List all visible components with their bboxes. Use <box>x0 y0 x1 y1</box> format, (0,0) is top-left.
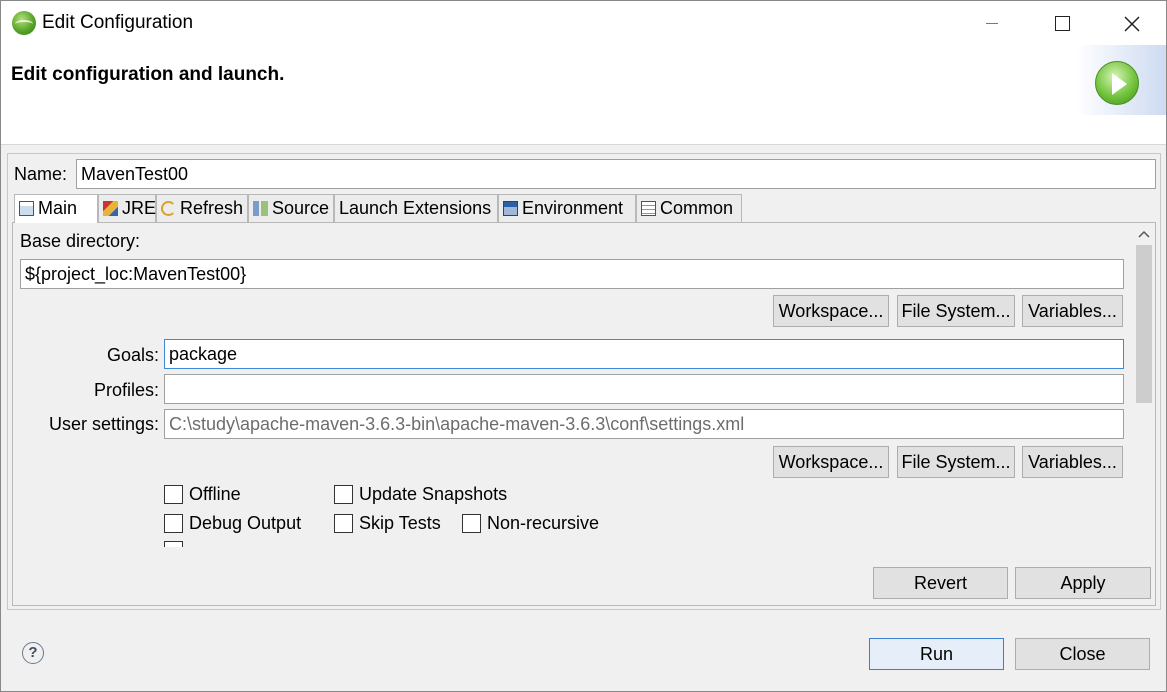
close-icon <box>1124 16 1140 32</box>
base-workspace-button[interactable]: Workspace... <box>773 295 889 327</box>
skip-tests-label: Skip Tests <box>359 513 441 533</box>
source-icon <box>253 201 268 216</box>
jre-icon <box>103 201 118 216</box>
title-bar: Edit Configuration <box>1 1 1166 45</box>
maximize-icon <box>1054 16 1070 32</box>
common-icon <box>641 201 656 216</box>
tab-launch-extensions[interactable]: Launch Extensions <box>334 194 498 222</box>
banner-title: Edit configuration and launch. <box>11 64 285 85</box>
base-directory-input[interactable]: ${project_loc:MavenTest00} <box>20 259 1124 289</box>
checkbox-box[interactable] <box>334 514 353 533</box>
tab-launch-extensions-label: Launch Extensions <box>339 198 492 218</box>
tab-environment[interactable]: Environment <box>498 194 636 222</box>
refresh-icon <box>161 201 176 216</box>
main-tab-content: Base directory: ${project_loc:MavenTest0… <box>12 222 1156 606</box>
user-settings-input[interactable]: C:\study\apache-maven-3.6.3-bin\apache-m… <box>164 409 1124 439</box>
tab-main[interactable]: Main <box>14 194 98 223</box>
apply-button[interactable]: Apply <box>1015 567 1151 599</box>
revert-button[interactable]: Revert <box>873 567 1008 599</box>
minimize-button[interactable] <box>957 1 1027 45</box>
checkbox-box[interactable] <box>164 514 183 533</box>
clipped-checkbox[interactable] <box>164 541 183 547</box>
tab-common[interactable]: Common <box>636 194 742 222</box>
checkbox-box[interactable] <box>164 485 183 504</box>
goals-label: Goals: <box>106 345 159 365</box>
base-file-system-button[interactable]: File System... <box>897 295 1015 327</box>
base-directory-label: Base directory: <box>20 231 141 251</box>
user-settings-label: User settings: <box>48 414 159 434</box>
profiles-input[interactable] <box>164 374 1124 404</box>
window-title: Edit Configuration <box>42 12 194 33</box>
tab-source[interactable]: Source <box>248 194 334 222</box>
offline-label: Offline <box>189 484 241 504</box>
environment-icon <box>503 201 518 216</box>
tab-refresh[interactable]: Refresh <box>156 194 248 222</box>
settings-file-system-button[interactable]: File System... <box>897 446 1015 478</box>
update-snapshots-label: Update Snapshots <box>359 484 508 504</box>
vertical-scrollbar[interactable] <box>1132 223 1155 605</box>
goals-input[interactable]: package <box>164 339 1124 369</box>
edit-configuration-dialog: Edit Configuration Edit configuration an… <box>0 0 1167 692</box>
profiles-label: Profiles: <box>93 380 159 400</box>
base-variables-button[interactable]: Variables... <box>1022 295 1123 327</box>
close-button[interactable]: Close <box>1015 638 1150 670</box>
run-button[interactable]: Run <box>869 638 1004 670</box>
run-launch-icon <box>1095 61 1139 105</box>
tab-main-label: Main <box>38 198 78 218</box>
non-recursive-label: Non-recursive <box>487 513 600 533</box>
debug-output-label: Debug Output <box>189 513 302 533</box>
checkbox-box[interactable] <box>462 514 481 533</box>
name-input[interactable]: MavenTest00 <box>76 159 1156 189</box>
tab-common-label: Common <box>660 198 734 218</box>
settings-variables-button[interactable]: Variables... <box>1022 446 1123 478</box>
main-tab-icon <box>19 201 34 216</box>
scroll-up-arrow-icon[interactable] <box>1132 223 1155 243</box>
settings-workspace-button[interactable]: Workspace... <box>773 446 889 478</box>
close-window-button[interactable] <box>1097 1 1167 45</box>
scroll-thumb[interactable] <box>1136 245 1152 403</box>
configuration-panel: Name: MavenTest00 Main JRE Refresh Sourc… <box>7 153 1161 610</box>
tab-refresh-label: Refresh <box>180 198 244 218</box>
checkbox-box[interactable] <box>334 485 353 504</box>
name-label: Name: <box>14 164 68 184</box>
tab-environment-label: Environment <box>522 198 624 218</box>
tab-jre[interactable]: JRE <box>98 194 156 222</box>
tab-jre-label: JRE <box>122 198 157 218</box>
app-icon <box>12 11 36 35</box>
help-icon[interactable]: ? <box>22 642 44 664</box>
header-banner: Edit configuration and launch. <box>1 45 1166 145</box>
tab-source-label: Source <box>272 198 330 218</box>
minimize-icon <box>986 23 998 25</box>
maximize-button[interactable] <box>1027 1 1097 45</box>
